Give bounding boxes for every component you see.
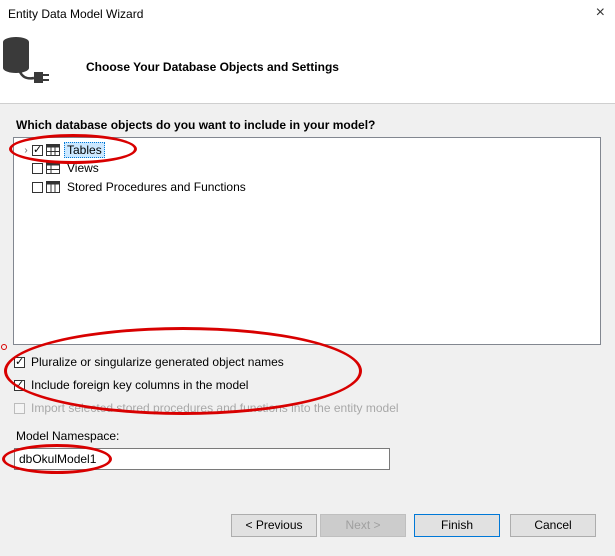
page-title: Choose Your Database Objects and Setting…	[86, 60, 339, 74]
database-objects-tree[interactable]: › Tables Views	[13, 137, 601, 345]
annotation-dot	[1, 344, 7, 350]
stored-procedures-label[interactable]: Stored Procedures and Functions	[64, 179, 249, 195]
tree-item-stored-procedures[interactable]: Stored Procedures and Functions	[20, 178, 249, 196]
views-label[interactable]: Views	[64, 160, 102, 176]
tree-item-views[interactable]: Views	[20, 159, 102, 177]
stored-procedures-checkbox[interactable]	[32, 181, 43, 193]
pluralize-checkbox[interactable]	[14, 355, 25, 368]
window-title: Entity Data Model Wizard	[8, 7, 144, 21]
model-namespace-input[interactable]	[14, 448, 390, 470]
title-bar: Entity Data Model Wizard ×	[0, 0, 615, 30]
objects-question-label: Which database objects do you want to in…	[16, 118, 376, 132]
stored-procedure-icon	[46, 181, 60, 193]
tree-item-tables[interactable]: › Tables	[20, 141, 105, 159]
import-procedures-option: Import selected stored procedures and fu…	[14, 399, 399, 417]
foreign-keys-option[interactable]: Include foreign key columns in the model	[14, 376, 248, 394]
view-icon	[46, 162, 60, 174]
wizard-header: Choose Your Database Objects and Setting…	[0, 30, 615, 104]
pluralize-option[interactable]: Pluralize or singularize generated objec…	[14, 353, 284, 371]
previous-button[interactable]: < Previous	[231, 514, 317, 537]
expander-icon[interactable]: ›	[20, 145, 32, 156]
finish-button[interactable]: Finish	[414, 514, 500, 537]
tables-label[interactable]: Tables	[64, 142, 105, 158]
close-icon[interactable]: ×	[596, 4, 605, 22]
foreign-keys-label[interactable]: Include foreign key columns in the model	[31, 378, 248, 392]
cancel-button[interactable]: Cancel	[510, 514, 596, 537]
database-plug-icon	[3, 37, 49, 83]
import-procedures-label: Import selected stored procedures and fu…	[31, 401, 399, 415]
pluralize-label[interactable]: Pluralize or singularize generated objec…	[31, 355, 284, 369]
tables-checkbox[interactable]	[32, 143, 43, 156]
views-checkbox[interactable]	[32, 162, 43, 174]
foreign-keys-checkbox[interactable]	[14, 378, 25, 391]
next-button: Next >	[320, 514, 406, 537]
table-icon	[46, 144, 60, 156]
model-namespace-label: Model Namespace:	[16, 429, 120, 443]
wizard-body: Which database objects do you want to in…	[0, 104, 615, 556]
import-procedures-checkbox	[14, 402, 25, 414]
